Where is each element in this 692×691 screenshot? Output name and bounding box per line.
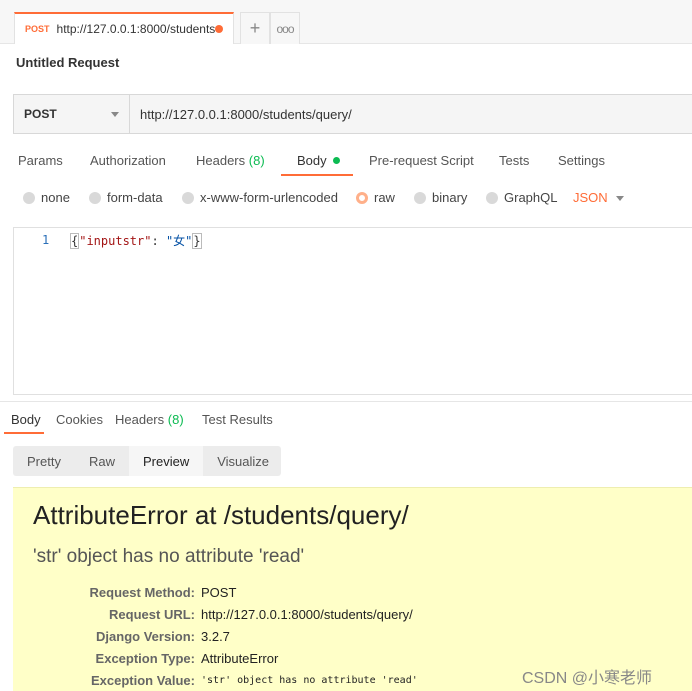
radio-raw[interactable]: raw <box>356 190 395 205</box>
method-label: POST <box>24 107 57 121</box>
response-preview: AttributeError at /students/query/ 'str'… <box>13 487 692 691</box>
view-visualize-button[interactable]: Visualize <box>203 446 283 476</box>
meta-value: http://127.0.0.1:8000/students/query/ <box>201 607 413 622</box>
error-subtitle: 'str' object has no attribute 'read' <box>33 546 305 567</box>
radio-icon <box>23 191 35 204</box>
radio-selected-icon <box>356 191 368 204</box>
tab-headers-label: Headers <box>196 153 246 168</box>
meta-row-request-method: Request Method: POST <box>13 585 692 607</box>
view-preview-button[interactable]: Preview <box>128 446 204 476</box>
radio-icon <box>89 191 101 204</box>
meta-row-django-version: Django Version: 3.2.7 <box>13 629 692 651</box>
response-tabs: Body Cookies Headers (8) Test Results <box>0 404 692 434</box>
headers-count: (8) <box>248 153 265 168</box>
radio-raw-label: raw <box>374 190 395 205</box>
error-title: AttributeError at /students/query/ <box>33 500 409 530</box>
tab-method-label: POST <box>25 24 50 34</box>
code-close-brace: } <box>192 233 202 249</box>
radio-binary[interactable]: binary <box>414 190 467 205</box>
tab-headers[interactable]: Headers (8) <box>196 153 265 168</box>
code-key: "inputstr" <box>79 234 152 248</box>
response-headers-count: (8) <box>167 412 184 427</box>
code-line[interactable]: {"inputstr": "女"} <box>70 232 202 249</box>
radio-form-data-label: form-data <box>107 190 163 205</box>
active-tab-underline <box>281 174 353 176</box>
body-format-select[interactable]: JSON <box>573 190 608 205</box>
active-response-tab-underline <box>4 432 44 434</box>
meta-label: Request URL: <box>109 607 195 622</box>
meta-value: 'str' object has no attribute 'read' <box>201 675 418 686</box>
code-value: "女" <box>165 234 193 248</box>
line-number: 1 <box>42 233 50 247</box>
tab-body-label: Body <box>297 153 327 168</box>
radio-icon <box>414 191 426 204</box>
tab-title: http://127.0.0.1:8000/students... <box>56 22 215 36</box>
tab-authorization[interactable]: Authorization <box>90 153 166 168</box>
tab-pre-request-script-label: Pre-request Script <box>369 153 474 168</box>
new-tab-button[interactable]: + <box>240 12 270 44</box>
chevron-down-icon <box>111 112 119 117</box>
meta-label: Django Version: <box>96 629 195 644</box>
method-select[interactable]: POST <box>14 95 130 133</box>
meta-label: Request Method: <box>89 585 195 600</box>
radio-binary-label: binary <box>432 190 468 205</box>
view-mode-toggle: Pretty Raw Preview Visualize <box>13 446 281 476</box>
body-type-options: none form-data x-www-form-urlencoded raw… <box>0 187 692 209</box>
tab-params-label: Params <box>18 153 63 168</box>
radio-urlencoded-label: x-www-form-urlencoded <box>200 190 338 205</box>
code-editor[interactable]: 1 {"inputstr": "女"} <box>13 227 692 395</box>
response-tab-cookies[interactable]: Cookies <box>56 412 103 427</box>
request-tab[interactable]: POST http://127.0.0.1:8000/students... <box>14 12 234 44</box>
radio-form-data[interactable]: form-data <box>89 190 163 205</box>
radio-icon <box>182 191 194 204</box>
meta-value: AttributeError <box>201 651 279 666</box>
pane-divider[interactable] <box>0 401 692 402</box>
view-pretty-button[interactable]: Pretty <box>13 446 75 476</box>
tab-pre-request-script[interactable]: Pre-request Script <box>369 153 474 168</box>
response-tab-body[interactable]: Body <box>11 412 41 427</box>
more-tabs-button[interactable]: ooo <box>270 12 300 44</box>
radio-none-label: none <box>41 190 70 205</box>
url-input[interactable] <box>130 95 692 133</box>
tab-settings[interactable]: Settings <box>558 153 605 168</box>
radio-icon <box>486 191 498 204</box>
request-name[interactable]: Untitled Request <box>16 55 119 70</box>
tab-tests-label: Tests <box>499 153 530 168</box>
meta-label: Exception Value: <box>90 673 195 688</box>
meta-value: POST <box>201 585 237 600</box>
meta-row-request-url: Request URL: http://127.0.0.1:8000/stude… <box>13 607 692 629</box>
tab-body[interactable]: Body <box>297 153 340 168</box>
view-raw-button[interactable]: Raw <box>75 446 129 476</box>
radio-none[interactable]: none <box>23 190 70 205</box>
url-bar: POST <box>13 94 692 134</box>
response-tab-headers-label: Headers <box>115 412 165 427</box>
meta-value: 3.2.7 <box>201 629 230 644</box>
radio-graphql[interactable]: GraphQL <box>486 190 557 205</box>
tab-params[interactable]: Params <box>18 153 63 168</box>
code-open-brace: { <box>70 233 80 249</box>
unsaved-dot-icon <box>215 25 223 33</box>
tab-tests[interactable]: Tests <box>499 153 529 168</box>
body-indicator-dot-icon <box>332 157 340 164</box>
response-tab-headers[interactable]: Headers (8) <box>115 412 184 427</box>
code-colon: : <box>151 234 166 248</box>
meta-label: Exception Type: <box>95 651 195 666</box>
radio-graphql-label: GraphQL <box>504 190 558 205</box>
tab-settings-label: Settings <box>558 153 605 168</box>
tab-authorization-label: Authorization <box>90 153 166 168</box>
watermark: CSDN @小寒老师 <box>522 670 653 687</box>
response-tab-test-results[interactable]: Test Results <box>202 412 273 427</box>
radio-x-www-form-urlencoded[interactable]: x-www-form-urlencoded <box>182 190 338 205</box>
chevron-down-icon[interactable] <box>616 196 624 201</box>
request-tabs: Params Authorization Headers (8) Body Pr… <box>0 150 692 178</box>
tab-strip: POST http://127.0.0.1:8000/students... +… <box>0 0 692 44</box>
